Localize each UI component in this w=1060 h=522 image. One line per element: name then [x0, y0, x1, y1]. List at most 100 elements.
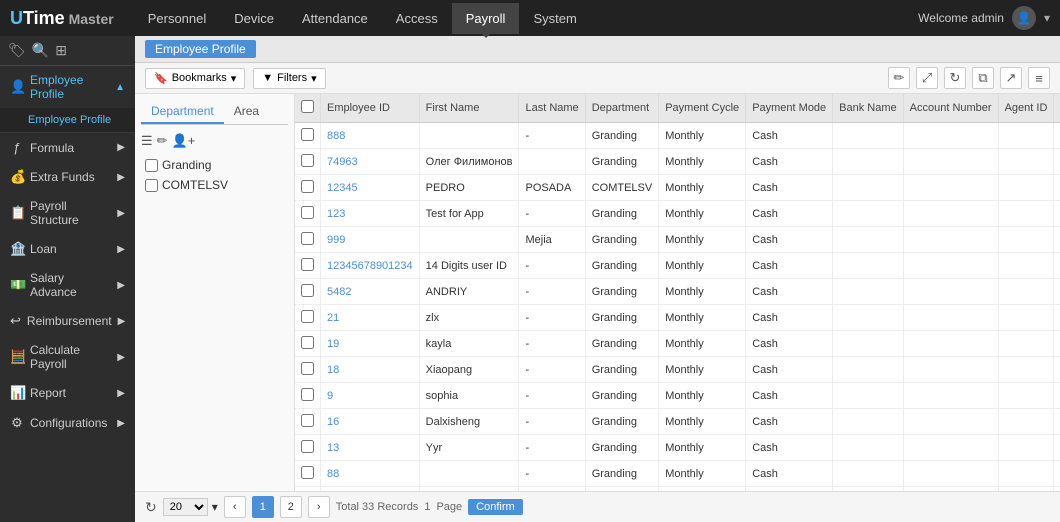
- comtelsv-checkbox[interactable]: [145, 179, 158, 192]
- bookmarks-button[interactable]: 🔖 Bookmarks ▾: [145, 68, 245, 89]
- row-select-checkbox[interactable]: [301, 232, 314, 245]
- row-checkbox: [295, 149, 321, 175]
- sidebar-item-salary-advance[interactable]: 💵 Salary Advance ▶: [0, 264, 135, 306]
- tab-department[interactable]: Department: [141, 100, 224, 124]
- row-select-checkbox[interactable]: [301, 336, 314, 349]
- page-2-button[interactable]: 2: [280, 496, 302, 518]
- row-select-checkbox[interactable]: [301, 206, 314, 219]
- search-icon[interactable]: 🔍: [32, 42, 49, 59]
- grid-icon[interactable]: ⊞: [55, 42, 67, 59]
- employee-id-cell[interactable]: 88: [321, 461, 420, 487]
- last-name-cell: -: [519, 435, 585, 461]
- payment-cycle-cell: Monthly: [659, 149, 746, 175]
- refresh-toolbar-icon[interactable]: ↻: [944, 67, 966, 89]
- row-select-checkbox[interactable]: [301, 284, 314, 297]
- account-number-cell: [903, 331, 998, 357]
- row-select-checkbox[interactable]: [301, 388, 314, 401]
- agent-account-cell: [1054, 253, 1060, 279]
- user-avatar-button[interactable]: 👤: [1012, 6, 1036, 30]
- bank-name-cell: [833, 201, 903, 227]
- chevron-down-icon[interactable]: ▾: [1044, 11, 1050, 25]
- employee-id-cell[interactable]: 12345678901234: [321, 253, 420, 279]
- share-icon[interactable]: ↗: [1000, 67, 1022, 89]
- sidebar-item-payroll-structure[interactable]: 📋 Payroll Structure ▶: [0, 192, 135, 234]
- row-select-checkbox[interactable]: [301, 310, 314, 323]
- logo-u: U: [10, 8, 23, 28]
- loan-icon: 🏦: [10, 241, 24, 257]
- agent-account-cell: [1054, 149, 1060, 175]
- employee-id-cell[interactable]: 19: [321, 331, 420, 357]
- sidebar-item-employee-profile[interactable]: 👤 Employee Profile ▲: [0, 66, 135, 108]
- select-all-checkbox[interactable]: [301, 100, 314, 113]
- copy-icon[interactable]: ⧉: [972, 67, 994, 89]
- filters-button[interactable]: ▼ Filters ▾: [253, 68, 325, 89]
- bookmarks-label: Bookmarks: [172, 72, 227, 84]
- employee-id-cell[interactable]: 16: [321, 409, 420, 435]
- tab-area[interactable]: Area: [224, 100, 269, 124]
- table-row: 123 Test for App - Granding Monthly Cash…: [295, 201, 1060, 227]
- employee-id-cell[interactable]: 12345: [321, 175, 420, 201]
- refresh-button[interactable]: ↻: [145, 499, 157, 516]
- row-select-checkbox[interactable]: [301, 180, 314, 193]
- list-icon[interactable]: ☰: [141, 133, 153, 149]
- nav-payroll[interactable]: Payroll: [452, 3, 520, 34]
- sidebar-sub-employee-profile[interactable]: Employee Profile: [0, 108, 135, 132]
- sidebar-item-reimbursement[interactable]: ↩ Reimbursement ▶: [0, 306, 135, 336]
- more-icon[interactable]: ≡: [1028, 67, 1050, 89]
- tree-granding[interactable]: Granding: [141, 155, 288, 175]
- employee-id-cell[interactable]: 9: [321, 383, 420, 409]
- next-page-button[interactable]: ›: [308, 496, 330, 518]
- prev-page-button[interactable]: ‹: [224, 496, 246, 518]
- nav-device[interactable]: Device: [220, 3, 288, 34]
- bank-name-cell: [833, 435, 903, 461]
- sidebar-item-loan[interactable]: 🏦 Loan ▶: [0, 234, 135, 264]
- employee-id-cell[interactable]: 888: [321, 123, 420, 149]
- sidebar-item-calculate-payroll[interactable]: 🧮 Calculate Payroll ▶: [0, 336, 135, 378]
- employee-id-cell[interactable]: 21: [321, 305, 420, 331]
- tree-comtelsv[interactable]: COMTELSV: [141, 175, 288, 195]
- granding-checkbox[interactable]: [145, 159, 158, 172]
- agent-account-cell: [1054, 123, 1060, 149]
- page-1-button[interactable]: 1: [252, 496, 274, 518]
- breadcrumb-tab[interactable]: Employee Profile: [145, 40, 256, 58]
- employee-id-cell[interactable]: 74963: [321, 149, 420, 175]
- nav-personnel[interactable]: Personnel: [134, 3, 221, 34]
- nav-system[interactable]: System: [519, 3, 590, 34]
- employee-id-cell[interactable]: 999: [321, 227, 420, 253]
- nav-attendance[interactable]: Attendance: [288, 3, 382, 34]
- sidebar-item-configurations[interactable]: ⚙ Configurations ▶: [0, 408, 135, 438]
- edit-lp-icon[interactable]: ✏: [157, 133, 168, 149]
- table-body: 888 - Granding Monthly Cash ✎ 74963 Олег…: [295, 123, 1060, 492]
- col-agent-account: Agent Account: [1054, 94, 1060, 123]
- row-select-checkbox[interactable]: [301, 440, 314, 453]
- table-row: 999 Mejia Granding Monthly Cash ✎: [295, 227, 1060, 253]
- comtelsv-label: COMTELSV: [162, 178, 228, 192]
- row-select-checkbox[interactable]: [301, 414, 314, 427]
- payment-cycle-cell: Monthly: [659, 409, 746, 435]
- employee-id-cell[interactable]: 13: [321, 435, 420, 461]
- row-select-checkbox[interactable]: [301, 362, 314, 375]
- confirm-button[interactable]: Confirm: [468, 499, 523, 515]
- payment-mode-cell: Cash: [746, 383, 833, 409]
- expand-icon[interactable]: ⤢: [916, 67, 938, 89]
- sidebar-item-report[interactable]: 📊 Report ▶: [0, 378, 135, 408]
- payment-cycle-cell: Monthly: [659, 461, 746, 487]
- main-layout: 🏷 🔍 ⊞ 👤 Employee Profile ▲ Employee Prof…: [0, 36, 1060, 522]
- first-name-cell: Xiaopang: [419, 357, 519, 383]
- sidebar-item-formula[interactable]: ƒ Formula ▶: [0, 133, 135, 162]
- employee-id-cell[interactable]: 5482: [321, 279, 420, 305]
- add-user-icon[interactable]: 👤+: [172, 133, 196, 149]
- tag-icon[interactable]: 🏷: [8, 42, 26, 59]
- sidebar-item-extra-funds[interactable]: 💰 Extra Funds ▶: [0, 162, 135, 192]
- row-select-checkbox[interactable]: [301, 258, 314, 271]
- employee-id-cell[interactable]: 18: [321, 357, 420, 383]
- row-select-checkbox[interactable]: [301, 128, 314, 141]
- row-select-checkbox[interactable]: [301, 466, 314, 479]
- table-area: Employee ID First Name Last Name Departm…: [295, 94, 1060, 491]
- page-size-select[interactable]: 20 50 100: [163, 498, 208, 516]
- sidebar-employee-profile-label: Employee Profile: [30, 73, 109, 101]
- employee-id-cell[interactable]: 123: [321, 201, 420, 227]
- nav-access[interactable]: Access: [382, 3, 452, 34]
- row-select-checkbox[interactable]: [301, 154, 314, 167]
- edit-toolbar-icon[interactable]: ✏: [888, 67, 910, 89]
